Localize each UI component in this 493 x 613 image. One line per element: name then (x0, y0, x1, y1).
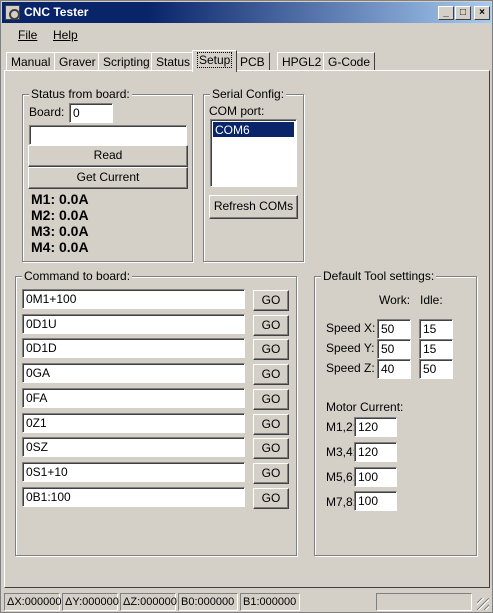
go-button[interactable]: GO (253, 462, 289, 484)
tab-label: PCB (240, 55, 265, 69)
speed-y-label: Speed Y: (326, 341, 375, 355)
work-column-label: Work: (379, 293, 411, 307)
status-progress (376, 593, 472, 611)
minimize-button[interactable]: _ (438, 6, 454, 20)
maximize-button[interactable]: □ (455, 6, 471, 20)
menu-file[interactable]: File (18, 28, 37, 42)
get-current-button[interactable]: Get Current (28, 167, 188, 189)
speed-z-work-field[interactable]: 40 (377, 359, 411, 379)
idle-column-label: Idle: (420, 293, 443, 307)
tab-hpgl2[interactable]: HPGL2 (277, 52, 327, 71)
motor-current-m1: M1: 0.0A (31, 191, 89, 207)
status-delta-x: ΔX:000000 (4, 593, 61, 611)
go-button[interactable]: GO (253, 388, 289, 410)
tab-gcode[interactable]: G-Code (323, 52, 376, 71)
default-tool-title: Default Tool settings: (321, 269, 437, 283)
board-status-field[interactable] (29, 125, 187, 145)
current-m12-field[interactable]: 120 (354, 417, 397, 437)
close-button[interactable]: × (474, 6, 490, 20)
command-input[interactable]: 0D1D (22, 338, 245, 359)
com-port-list[interactable]: COM6 (210, 119, 297, 187)
title-bar[interactable]: CNC Tester _ □ × (2, 2, 491, 23)
go-button[interactable]: GO (253, 314, 289, 336)
speed-x-label: Speed X: (326, 321, 376, 335)
go-button[interactable]: GO (253, 339, 289, 361)
command-input[interactable]: 0FA (22, 387, 245, 408)
tab-manual[interactable]: Manual (6, 52, 56, 71)
command-input[interactable]: 0M1+100 (22, 289, 245, 309)
resize-grip-icon[interactable] (477, 598, 489, 610)
current-m78-field[interactable]: 100 (354, 491, 397, 511)
read-button[interactable]: Read (28, 145, 188, 167)
command-group-title: Command to board: (22, 269, 133, 283)
command-input[interactable]: 0Z1 (22, 412, 245, 433)
command-input[interactable]: 0D1U (22, 313, 245, 334)
board-label: Board: (29, 105, 65, 119)
speed-x-work-field[interactable]: 50 (377, 319, 411, 339)
status-delta-y: ΔY:000000 (62, 593, 119, 611)
status-group-title: Status from board: (29, 87, 132, 101)
speed-x-idle-field[interactable]: 15 (419, 319, 453, 339)
command-input[interactable]: 0SZ (22, 437, 245, 458)
menu-bar: File Help (2, 24, 491, 44)
speed-z-label: Speed Z: (326, 361, 375, 375)
tab-label: HPGL2 (282, 55, 322, 69)
status-b1: B1:000000 (240, 593, 300, 611)
command-input[interactable]: 0S1+10 (22, 461, 245, 482)
motor-current-m4: M4: 0.0A (31, 239, 89, 255)
default-tool-settings-group: Default Tool settings: Work: Idle: Speed… (314, 269, 477, 556)
current-m56-field[interactable]: 100 (354, 467, 397, 487)
go-button[interactable]: GO (253, 438, 289, 460)
main-window: CNC Tester _ □ × File Help Manual Graver… (0, 0, 493, 613)
tab-scripting[interactable]: Scripting (98, 52, 155, 71)
current-m34-field[interactable]: 120 (354, 442, 397, 462)
current-m12-label: M1,2: (326, 420, 357, 434)
command-input[interactable]: 0B1:100 (22, 486, 245, 507)
motor-current-label: Motor Current: (326, 400, 404, 414)
refresh-coms-button[interactable]: Refresh COMs (209, 195, 298, 219)
menu-help[interactable]: Help (53, 28, 78, 42)
tab-status[interactable]: Status (151, 52, 196, 71)
serial-config-group: Serial Config: COM port: COM6 Refresh CO… (203, 87, 304, 262)
tab-setup[interactable]: Setup (192, 50, 238, 72)
speed-z-idle-field[interactable]: 50 (419, 359, 453, 379)
tab-pcb[interactable]: PCB (235, 52, 270, 71)
menu-help-label: Help (53, 28, 78, 42)
go-button[interactable]: GO (253, 290, 289, 311)
tab-label: Graver (59, 55, 96, 69)
menu-file-label: File (18, 28, 38, 42)
go-button[interactable]: GO (253, 413, 289, 435)
tab-label: Scripting (103, 55, 150, 69)
serial-config-title: Serial Config: (210, 87, 287, 101)
go-button[interactable]: GO (253, 364, 289, 386)
tab-label: Manual (11, 55, 51, 69)
speed-y-idle-field[interactable]: 15 (419, 339, 453, 359)
tab-label: Status (156, 55, 191, 69)
com-port-item[interactable]: COM6 (213, 122, 294, 137)
current-m34-label: M3,4: (326, 445, 357, 459)
tab-graver[interactable]: Graver (54, 52, 101, 71)
tab-label: Setup (197, 52, 233, 68)
status-bar: ΔX:000000 ΔY:000000 ΔZ:000000 B0:000000 … (2, 591, 491, 612)
current-m56-label: M5,6: (326, 470, 357, 484)
current-m78-label: M7,8: (326, 495, 357, 509)
tab-label: G-Code (328, 55, 371, 69)
speed-y-work-field[interactable]: 50 (377, 339, 411, 359)
status-from-board-group: Status from board: Board: 0 Read Get Cur… (22, 87, 193, 262)
status-b0: B0:000000 (178, 593, 238, 611)
motor-current-m3: M3: 0.0A (31, 223, 89, 239)
motor-current-m2: M2: 0.0A (31, 207, 89, 223)
status-delta-z: ΔZ:000000 (120, 593, 177, 611)
board-number-field[interactable]: 0 (69, 103, 113, 123)
command-to-board-group: Command to board: 0M1+100 GO 0D1U GO 0D1D GO 0… (15, 269, 297, 556)
go-button[interactable]: GO (253, 487, 289, 509)
app-icon[interactable] (5, 5, 20, 20)
com-port-label: COM port: (209, 104, 265, 118)
window-title: CNC Tester (24, 5, 89, 19)
command-input[interactable]: 0GA (22, 363, 245, 384)
